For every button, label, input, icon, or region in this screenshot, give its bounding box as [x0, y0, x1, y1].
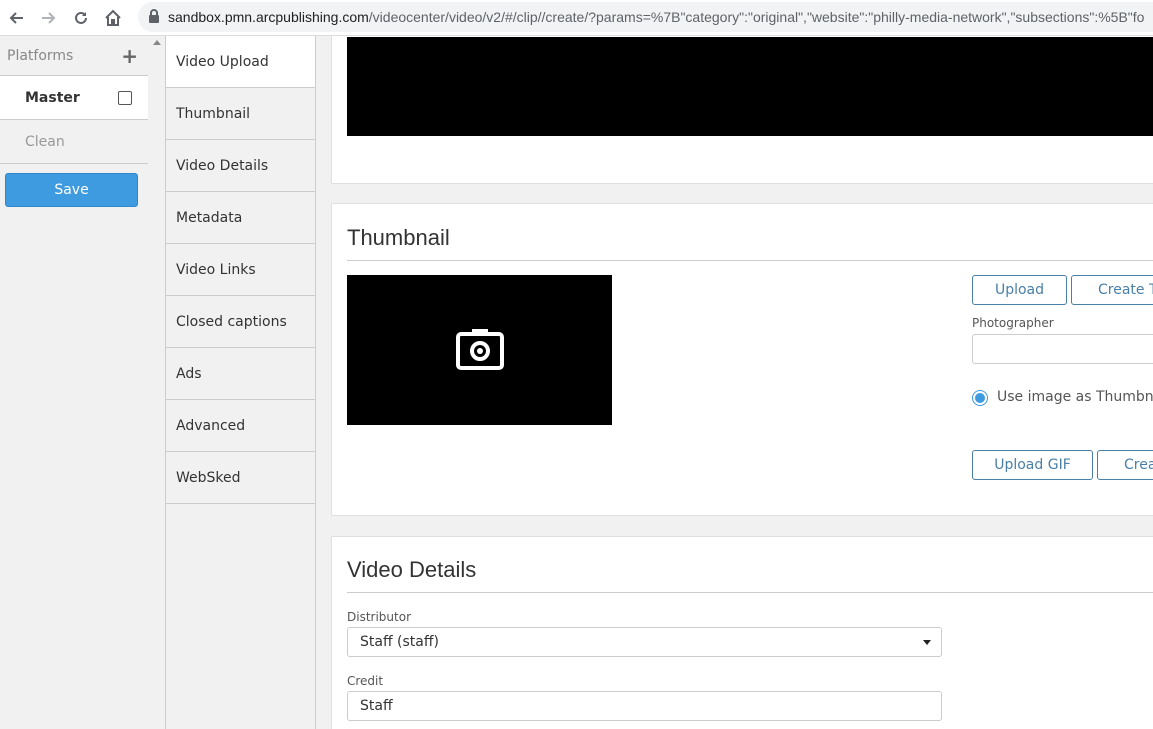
platform-checkbox[interactable]	[118, 90, 132, 105]
section-nav: Video Upload Thumbnail Video Details Met…	[165, 36, 316, 729]
url-text: sandbox.pmn.arcpublishing.com/videocente…	[168, 9, 1144, 25]
video-details-card: Video Details Distributor Staff (staff) …	[331, 536, 1153, 729]
nav-item-video-details[interactable]: Video Details	[166, 140, 315, 192]
video-upload-card	[331, 36, 1153, 184]
distributor-label: Distributor	[347, 610, 412, 624]
use-image-label: Use image as Thumbnail	[997, 389, 1153, 405]
save-button[interactable]: Save	[5, 173, 138, 207]
nav-item-metadata[interactable]: Metadata	[166, 192, 315, 244]
platforms-title: Platforms	[7, 47, 74, 64]
main-content: Thumbnail Upload Create Th Photographer …	[316, 36, 1153, 729]
photographer-input[interactable]	[972, 334, 1153, 364]
section-title: Video Details	[347, 557, 477, 582]
divider	[347, 592, 1153, 593]
platform-item-clean[interactable]: Clean	[0, 120, 148, 164]
platform-label: Master	[25, 89, 80, 106]
chevron-down-icon	[923, 640, 931, 645]
upload-gif-button[interactable]: Upload GIF	[972, 450, 1093, 480]
nav-item-advanced[interactable]: Advanced	[166, 400, 315, 452]
distributor-value: Staff (staff)	[360, 634, 439, 650]
nav-item-closed-captions[interactable]: Closed captions	[166, 296, 315, 348]
video-player[interactable]	[347, 37, 1153, 136]
create-gif-button[interactable]: Creat	[1097, 450, 1153, 480]
photographer-label: Photographer	[972, 316, 1054, 330]
url-path: /videocenter/video/v2/#/clip//create/?pa…	[368, 9, 1145, 25]
upload-button[interactable]: Upload	[972, 275, 1067, 305]
section-title: Thumbnail	[347, 225, 450, 250]
forward-icon[interactable]	[36, 6, 60, 30]
platforms-header: Platforms +	[0, 36, 148, 76]
lock-icon	[148, 8, 160, 27]
browser-toolbar: sandbox.pmn.arcpublishing.com/videocente…	[0, 0, 1153, 36]
sidebar-scrollbar[interactable]	[148, 36, 165, 729]
reload-icon[interactable]	[69, 6, 93, 30]
nav-item-thumbnail[interactable]: Thumbnail	[166, 88, 315, 140]
divider	[347, 260, 1153, 261]
address-bar[interactable]: sandbox.pmn.arcpublishing.com/videocente…	[138, 2, 1153, 32]
camera-icon	[453, 321, 507, 379]
platform-item-master[interactable]: Master	[0, 76, 148, 120]
credit-label: Credit	[347, 674, 384, 688]
platform-label: Clean	[25, 133, 65, 150]
scroll-up-icon[interactable]	[153, 40, 161, 45]
nav-item-ads[interactable]: Ads	[166, 348, 315, 400]
plus-icon[interactable]: +	[121, 46, 138, 66]
nav-item-video-upload[interactable]: Video Upload	[166, 36, 315, 88]
back-icon[interactable]	[5, 6, 29, 30]
use-image-radio[interactable]	[972, 390, 988, 406]
distributor-select[interactable]: Staff (staff)	[347, 627, 942, 657]
nav-item-video-links[interactable]: Video Links	[166, 244, 315, 296]
url-host: sandbox.pmn.arcpublishing.com	[168, 9, 369, 25]
credit-input[interactable]: Staff	[347, 691, 942, 721]
create-thumbnail-button[interactable]: Create Th	[1071, 275, 1153, 305]
nav-item-websked[interactable]: WebSked	[166, 452, 315, 504]
thumbnail-preview	[347, 275, 612, 425]
thumbnail-card: Thumbnail Upload Create Th Photographer …	[331, 203, 1153, 516]
platforms-panel: Platforms + Master Clean Save	[0, 36, 148, 729]
home-icon[interactable]	[101, 6, 125, 30]
